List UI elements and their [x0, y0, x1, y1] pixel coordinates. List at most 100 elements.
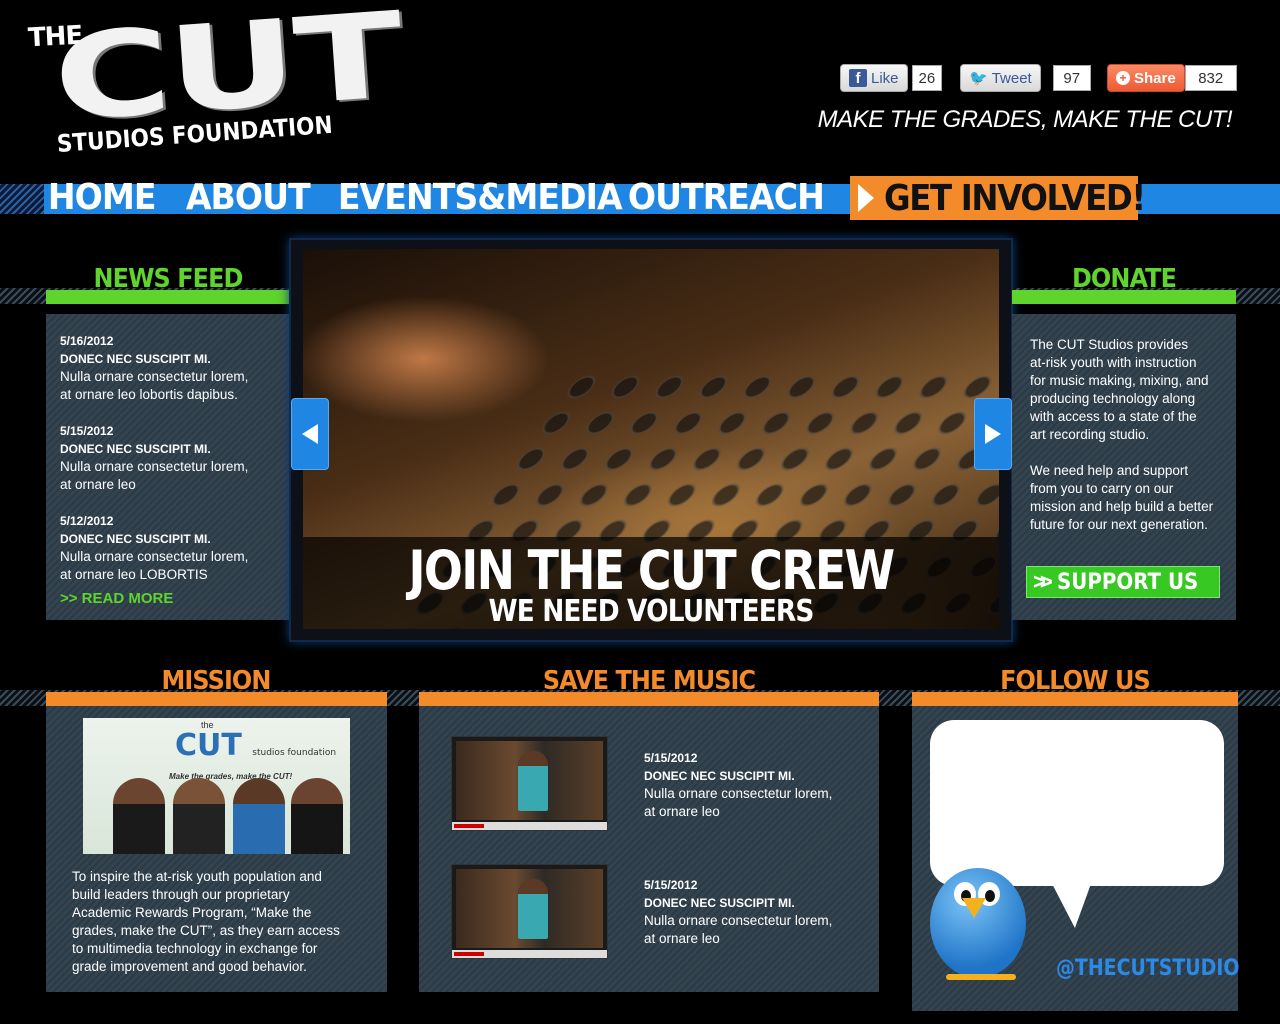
nav-outreach[interactable]: OUTREACH: [626, 176, 826, 220]
like-label: Like: [871, 69, 899, 87]
music-bar: [419, 692, 879, 706]
news-line: at ornare leo LOBORTIS: [60, 567, 208, 582]
twitter-handle-link[interactable]: @THECUTSTUDIO: [1056, 956, 1239, 981]
get-involved-button[interactable]: GET INVOLVED!: [850, 176, 1146, 220]
arrow-left-icon: [302, 424, 318, 444]
donate-line: future for our next generation.: [1030, 517, 1208, 532]
tagline: MAKE THE GRADES, MAKE THE CUT!: [817, 106, 1233, 133]
share-label: Share: [1134, 69, 1176, 87]
mission-line: grade improvement and good behavior.: [72, 959, 307, 974]
arrow-right-icon: [858, 184, 874, 212]
video-line: at ornare leo: [644, 804, 720, 819]
donate-appeal: We need help and support from you to car…: [1030, 462, 1230, 534]
facebook-like-widget: f Like 26: [840, 64, 943, 92]
donate-line: from you to carry on our: [1030, 481, 1174, 496]
video-controls[interactable]: [452, 950, 607, 958]
slide-caption[interactable]: JOIN THE CUT CREW WE NEED VOLUNTEERS: [303, 537, 999, 629]
donate-line: art recording studio.: [1030, 427, 1150, 442]
donate-line: with access to a state of the: [1030, 409, 1197, 424]
donate-bar: [1012, 290, 1236, 304]
arrow-right-icon: [985, 424, 1001, 444]
share-icon: +: [1116, 71, 1130, 85]
video-performer: [518, 751, 548, 811]
mission-line: to multimedia technology in exchange for: [72, 941, 318, 956]
news-bar: [46, 290, 290, 304]
nav-home[interactable]: HOME: [46, 176, 157, 220]
slider-prev-button[interactable]: [291, 398, 329, 470]
mission-line: build leaders through our proprietary: [72, 887, 290, 902]
twitter-icon: 🐦: [969, 70, 988, 87]
video-date: 5/15/2012: [644, 878, 698, 892]
bird-feet: [946, 974, 1016, 980]
news-item[interactable]: 5/15/2012 DONEC NEC SUSCIPIT MI. Nulla o…: [60, 422, 248, 494]
video-title: DONEC NEC SUSCIPIT MI.: [644, 896, 795, 910]
mission-bar: [46, 692, 387, 706]
facebook-like-button[interactable]: f Like: [840, 64, 908, 92]
news-date: 5/12/2012: [60, 514, 114, 528]
nav-events-media[interactable]: EVENTS&MEDIA: [336, 176, 624, 220]
video-description[interactable]: 5/15/2012 DONEC NEC SUSCIPIT MI. Nulla o…: [644, 876, 832, 948]
read-more-link[interactable]: >> READ MORE: [60, 590, 173, 607]
video-line: Nulla ornare consectetur lorem,: [644, 913, 833, 928]
video-date: 5/15/2012: [644, 751, 698, 765]
bird-beak: [962, 898, 986, 918]
donate-line: We need help and support: [1030, 463, 1189, 478]
person: [173, 778, 225, 854]
support-us-label: SUPPORT US: [1056, 569, 1199, 595]
tweet-button[interactable]: 🐦 Tweet: [960, 64, 1041, 92]
bird-body: [930, 868, 1026, 978]
photo-logo-sub: studios foundation: [252, 748, 337, 758]
video-line: Nulla ornare consectetur lorem,: [644, 786, 833, 801]
share-count: 832: [1184, 65, 1237, 91]
donate-line: The CUT Studios provides: [1030, 337, 1189, 352]
news-date: 5/16/2012: [60, 334, 114, 348]
mission-line: To inspire the at-risk youth population …: [72, 869, 322, 884]
news-title: DONEC NEC SUSCIPIT MI.: [60, 532, 211, 546]
news-line: Nulla ornare consectetur lorem,: [60, 459, 249, 474]
video-title: DONEC NEC SUSCIPIT MI.: [644, 769, 795, 783]
follow-bar: [912, 692, 1238, 706]
photo-logo-the: the: [201, 720, 214, 730]
facebook-icon: f: [849, 69, 867, 87]
donate-panel: The CUT Studios provides at-risk youth w…: [1012, 314, 1236, 620]
person: [233, 778, 285, 854]
video-description[interactable]: 5/15/2012 DONEC NEC SUSCIPIT MI. Nulla o…: [644, 749, 832, 821]
news-line: Nulla ornare consectetur lorem,: [60, 549, 249, 564]
donate-line: producing technology along: [1030, 391, 1196, 406]
tweet-count: 97: [1052, 65, 1091, 91]
video-line: at ornare leo: [644, 931, 720, 946]
photo-logo: CUT studios foundation: [175, 728, 336, 763]
news-line: Nulla ornare consectetur lorem,: [60, 369, 249, 384]
video-thumbnail[interactable]: [451, 864, 608, 959]
person: [291, 778, 343, 854]
news-title: DONEC NEC SUSCIPIT MI.: [60, 442, 211, 456]
mission-photo: CUT studios foundation the Make the grad…: [83, 718, 350, 854]
mission-line: grades, make the CUT”, as they earn acce…: [72, 923, 340, 938]
support-us-button[interactable]: >> SUPPORT US: [1026, 566, 1220, 598]
news-title: DONEC NEC SUSCIPIT MI.: [60, 352, 211, 366]
news-feed-panel: 5/16/2012 DONEC NEC SUSCIPIT MI. Nulla o…: [46, 314, 290, 620]
news-item[interactable]: 5/16/2012 DONEC NEC SUSCIPIT MI. Nulla o…: [60, 332, 248, 404]
share-widget: + Share 832: [1107, 64, 1237, 92]
nav-about[interactable]: ABOUT: [184, 176, 312, 220]
twitter-bird-icon[interactable]: [924, 858, 1030, 982]
photo-logo-text: CUT: [175, 728, 242, 763]
news-line: at ornare leo lobortis dapibus.: [60, 387, 238, 402]
slide-subline: WE NEED VOLUNTEERS: [488, 594, 814, 629]
donate-description: The CUT Studios provides at-risk youth w…: [1030, 336, 1230, 444]
donate-line: at-risk youth with instruction: [1030, 355, 1197, 370]
person: [113, 778, 165, 854]
news-item[interactable]: 5/12/2012 DONEC NEC SUSCIPIT MI. Nulla o…: [60, 512, 248, 584]
donate-line: for music making, mixing, and: [1030, 373, 1209, 388]
news-line: at ornare leo: [60, 477, 136, 492]
video-thumbnail[interactable]: [451, 736, 608, 831]
video-controls[interactable]: [452, 822, 607, 830]
slider-next-button[interactable]: [974, 398, 1012, 470]
share-button[interactable]: + Share: [1107, 64, 1185, 92]
double-chevron-icon: >>: [1033, 569, 1053, 594]
video-performer: [518, 879, 548, 939]
site-logo[interactable]: THE CUT STUDIOS FOUNDATION: [22, 0, 405, 178]
tweet-widget: 🐦 Tweet 97: [960, 64, 1091, 92]
news-date: 5/15/2012: [60, 424, 114, 438]
like-count: 26: [911, 65, 943, 91]
